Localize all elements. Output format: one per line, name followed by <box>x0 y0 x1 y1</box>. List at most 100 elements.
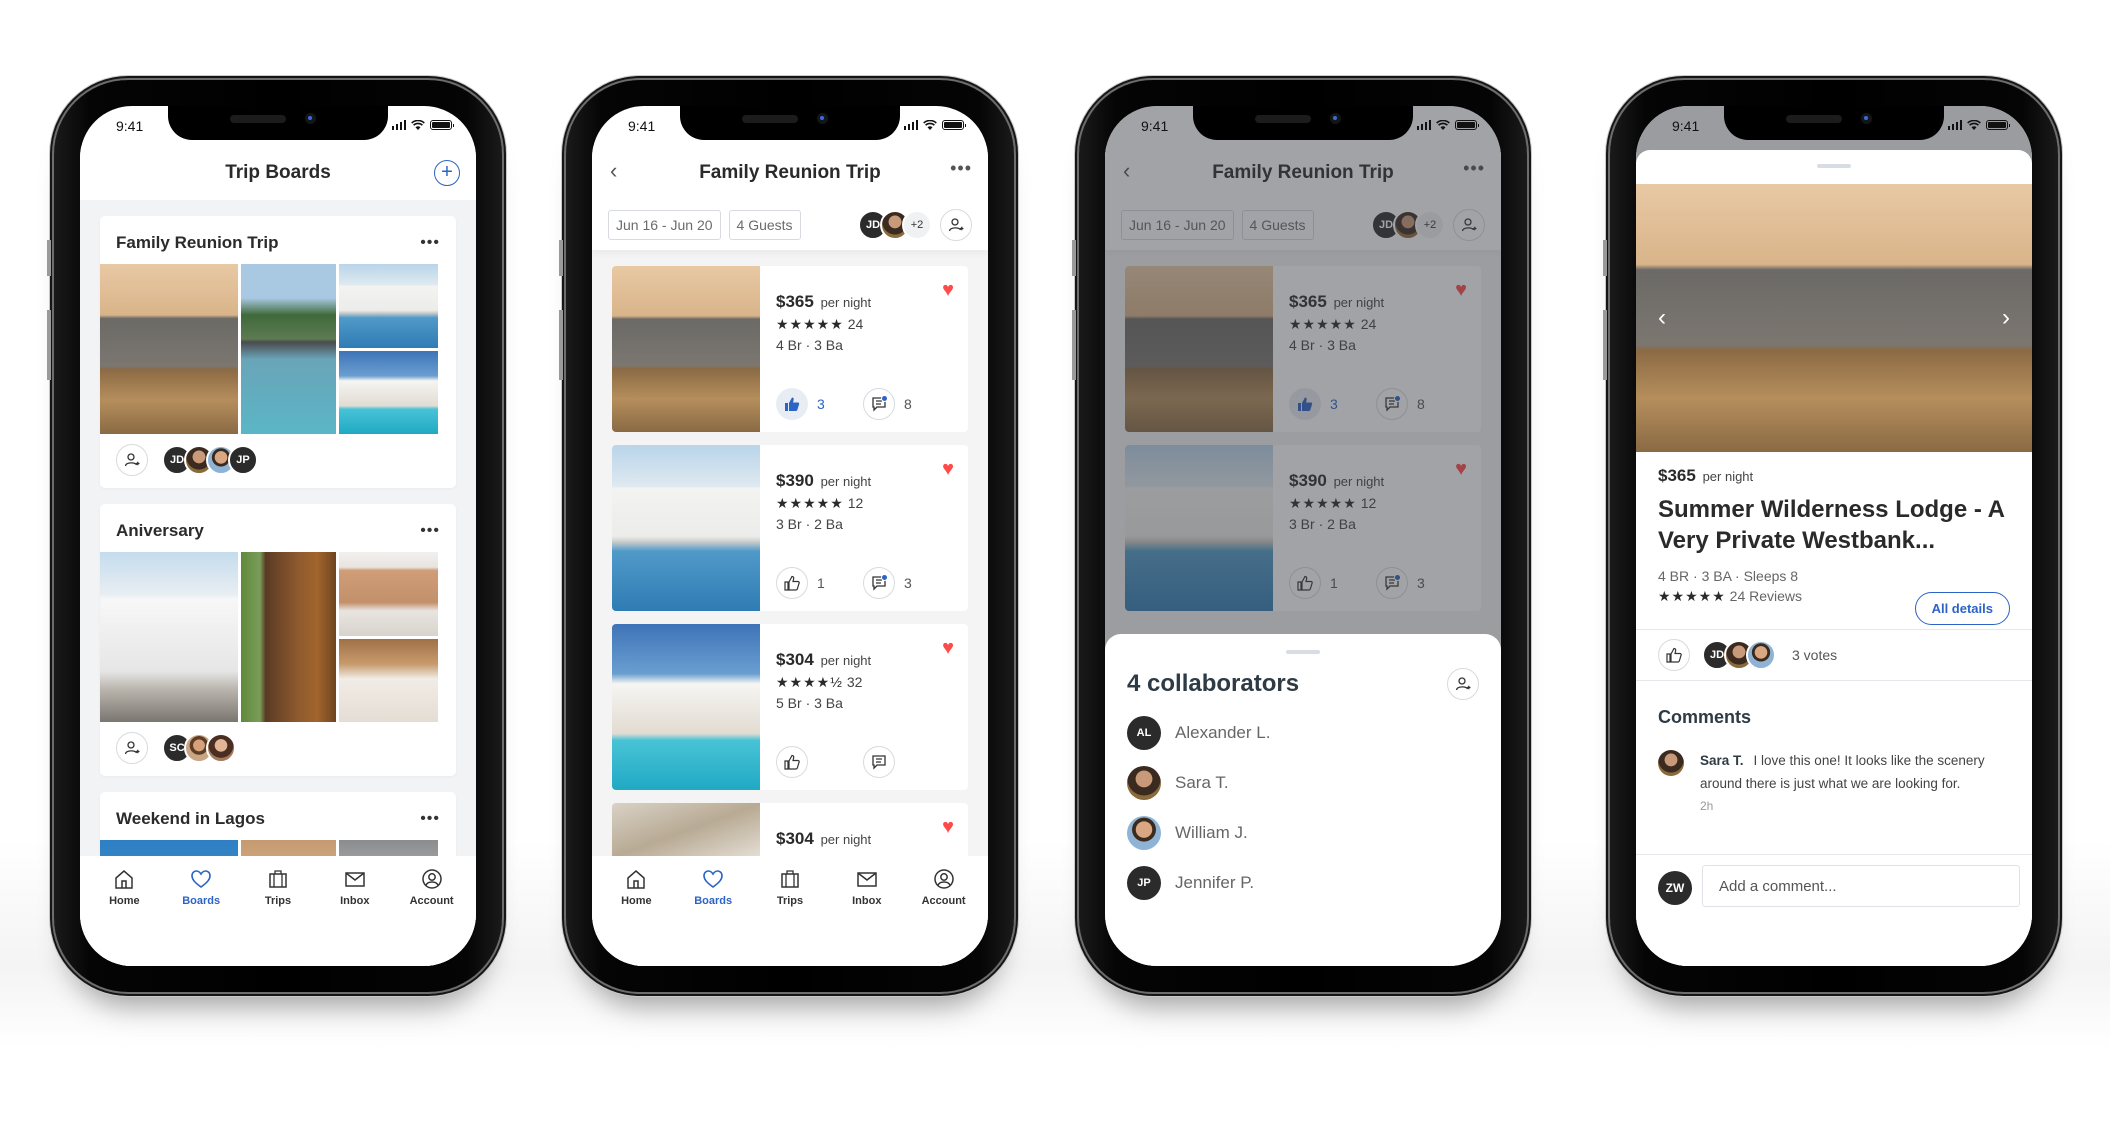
collaborator-item[interactable]: JP Jennifer P. <box>1127 866 1479 900</box>
like-button[interactable] <box>1658 639 1690 672</box>
board-card[interactable]: Aniversary ••• SC <box>100 504 456 776</box>
collaborators-sheet: 4 collaborators AL Alexander L. Sara T. W… <box>1105 634 1501 966</box>
guests-chip[interactable]: 4 Guests <box>728 210 801 240</box>
previous-photo-button[interactable]: ‹ <box>1658 304 1666 332</box>
tab-trips[interactable]: Trips <box>248 866 308 966</box>
review-count: 24 <box>847 316 864 332</box>
add-collaborator-button[interactable] <box>116 444 148 476</box>
comment-icon <box>872 755 886 770</box>
room-count: 3 Br · 2 Ba <box>776 516 843 532</box>
more-collaborators-count: +2 <box>902 210 932 240</box>
favorite-heart-icon[interactable]: ♥ <box>942 280 954 300</box>
avatar: AL <box>1127 716 1161 750</box>
comment-author: Sara T. <box>1700 753 1744 769</box>
voter-avatars[interactable]: JD <box>1702 640 1776 671</box>
listing-price: $304 <box>776 829 814 848</box>
favorite-heart-icon[interactable]: ♥ <box>942 817 954 837</box>
board-photo-collage[interactable] <box>100 264 456 434</box>
notch <box>1193 106 1413 140</box>
next-photo-button[interactable]: › <box>2002 304 2010 332</box>
votes-row: JD 3 votes <box>1636 629 2032 682</box>
add-collaborator-button[interactable] <box>940 209 972 241</box>
like-button[interactable] <box>776 388 808 420</box>
home-icon <box>115 870 134 889</box>
tab-label: Trips <box>776 895 804 907</box>
avatar: JP <box>228 445 258 475</box>
collaborator-avatars[interactable]: JD +2 <box>858 210 932 240</box>
page-title: Trip Boards <box>225 162 331 183</box>
more-options-button[interactable]: ••• <box>420 522 440 540</box>
collaborator-item[interactable]: Sara T. <box>1127 766 1479 800</box>
price-unit: per night <box>820 474 872 489</box>
more-options-button[interactable]: ••• <box>950 158 972 179</box>
comments-heading: Comments <box>1658 707 1752 728</box>
all-details-button[interactable]: All details <box>1914 592 2010 625</box>
avatar <box>1746 640 1776 671</box>
comments-button[interactable] <box>863 567 895 599</box>
listing-photo <box>100 264 238 434</box>
tab-home[interactable]: Home <box>606 866 666 966</box>
more-options-button[interactable]: ••• <box>420 234 440 252</box>
like-count: 3 <box>817 396 825 412</box>
avatar <box>1127 816 1161 850</box>
tab-boards[interactable]: Boards <box>171 866 231 966</box>
collaborator-item[interactable]: William J. <box>1127 816 1479 850</box>
signal-icon <box>903 120 918 130</box>
like-button[interactable] <box>776 746 808 778</box>
listing-photo <box>339 639 438 722</box>
battery-icon <box>1986 120 2010 130</box>
tab-trips[interactable]: Trips <box>760 866 820 966</box>
listing-price: $365 <box>1658 466 1696 485</box>
signal-icon <box>391 120 406 130</box>
tab-inbox[interactable]: Inbox <box>837 866 897 966</box>
collaborator-avatars[interactable]: JD JP <box>162 445 258 475</box>
listing-photo <box>339 552 438 636</box>
tab-account[interactable]: Account <box>914 866 974 966</box>
listing-card[interactable]: $365 per night ★★★★★ 24 4 Br · 3 Ba 3 8 ♥ <box>612 266 968 432</box>
more-options-button[interactable]: ••• <box>420 810 440 828</box>
sheet-drag-handle[interactable] <box>1817 164 1851 168</box>
collaborator-avatars[interactable]: SC <box>162 733 236 763</box>
home-icon <box>627 870 646 889</box>
listing-card[interactable]: $390 per night ★★★★★ 12 3 Br · 2 Ba 1 3 ♥ <box>612 445 968 611</box>
favorite-heart-icon[interactable]: ♥ <box>942 459 954 479</box>
collaborator-item[interactable]: AL Alexander L. <box>1127 716 1479 750</box>
camera-icon <box>817 113 828 124</box>
sheet-drag-handle[interactable] <box>1286 650 1320 654</box>
comment-input[interactable]: Add a comment... <box>1702 865 2020 907</box>
thumbs-up-icon <box>784 575 800 591</box>
star-rating: ★★★★★ <box>776 316 844 332</box>
tab-boards[interactable]: Boards <box>683 866 743 966</box>
suitcase-icon <box>269 870 287 888</box>
tab-label: Trips <box>264 895 292 907</box>
plus-circle-icon: + <box>441 161 453 183</box>
listing-card[interactable]: $304 per night ★★★★½ 32 5 Br · 3 Ba ♥ <box>612 624 968 790</box>
date-range-chip[interactable]: Jun 16 - Jun 20 <box>608 210 721 240</box>
favorite-heart-icon[interactable]: ♥ <box>942 638 954 658</box>
listing-photo-carousel[interactable]: ‹ › <box>1636 184 2032 452</box>
comments-button[interactable] <box>863 388 895 420</box>
phone-trip-detail: 9:41 ‹ Family Reunion Trip ••• Jun 16 - … <box>559 80 1014 992</box>
comments-button[interactable] <box>863 746 895 778</box>
board-card[interactable]: Family Reunion Trip ••• JD JP <box>100 216 456 488</box>
like-button[interactable] <box>776 567 808 599</box>
tab-account[interactable]: Account <box>402 866 462 966</box>
add-collaborator-button[interactable] <box>1447 668 1479 700</box>
boards-list[interactable]: Family Reunion Trip ••• JD JP Aniversary… <box>80 200 476 966</box>
tab-inbox[interactable]: Inbox <box>325 866 385 966</box>
price-unit: per night <box>1702 469 1754 484</box>
status-time: 9:41 <box>1141 118 1169 134</box>
board-photo-collage[interactable] <box>100 552 456 722</box>
signal-icon <box>1416 120 1431 130</box>
tab-label: Boards <box>694 895 733 907</box>
battery-icon <box>1455 120 1479 130</box>
star-rating: ★★★★★ <box>776 495 844 511</box>
header: Trip Boards + <box>80 146 476 200</box>
wifi-icon <box>923 120 937 130</box>
comments-section: Comments Sara T. I love this one! It look… <box>1636 681 2032 816</box>
add-board-button[interactable]: + <box>434 160 460 186</box>
screen: 9:41 ‹ › $365 per night Summer Wildernes… <box>1636 106 2032 966</box>
tab-home[interactable]: Home <box>94 866 154 966</box>
add-collaborator-button[interactable] <box>116 732 148 764</box>
notch <box>1724 106 1944 140</box>
